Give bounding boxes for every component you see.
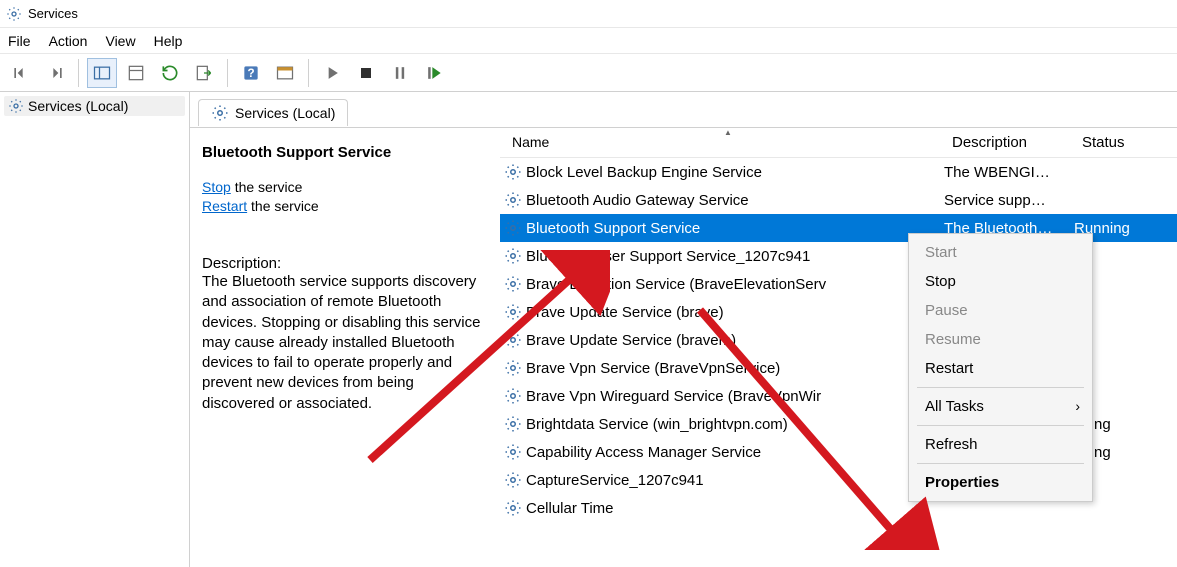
- gear-icon: [504, 247, 522, 265]
- right-pane: Services (Local) Bluetooth Support Servi…: [190, 92, 1177, 567]
- menu-view[interactable]: View: [105, 33, 135, 49]
- tree-root-label: Services (Local): [28, 98, 128, 114]
- service-name: Brave Update Service (bravem): [526, 332, 944, 349]
- service-name: Brave Update Service (brave): [526, 304, 944, 321]
- gear-icon: [504, 163, 522, 181]
- services-app-icon: [6, 6, 22, 22]
- tab-services-local[interactable]: Services (Local): [198, 99, 348, 126]
- service-description: The WBENGI…: [944, 164, 1074, 181]
- ctx-start: Start: [911, 238, 1090, 267]
- list-header: Name▲ Description Status: [500, 128, 1177, 158]
- tab-label: Services (Local): [235, 105, 335, 121]
- ctx-stop[interactable]: Stop: [911, 267, 1090, 296]
- tree-root-services-local[interactable]: Services (Local): [4, 96, 185, 116]
- ctx-restart[interactable]: Restart: [911, 354, 1090, 383]
- gear-icon: [504, 387, 522, 405]
- description-text: The Bluetooth service supports discovery…: [202, 272, 490, 414]
- gear-icon: [504, 471, 522, 489]
- description-pane: Bluetooth Support Service Stop the servi…: [190, 128, 500, 567]
- panel-button[interactable]: [270, 58, 300, 88]
- menu-bar: File Action View Help: [0, 28, 1177, 54]
- gear-icon: [504, 499, 522, 517]
- service-name: Bluetooth User Support Service_1207c941: [526, 248, 944, 265]
- ctx-properties[interactable]: Properties: [911, 468, 1090, 497]
- service-description: Service supp…: [944, 192, 1074, 209]
- service-name: Brave Elevation Service (BraveElevationS…: [526, 276, 944, 293]
- svg-text:?: ?: [247, 67, 254, 80]
- export-button[interactable]: [189, 58, 219, 88]
- menu-file[interactable]: File: [8, 33, 31, 49]
- service-row[interactable]: Bluetooth Audio Gateway ServiceService s…: [500, 186, 1177, 214]
- menu-action[interactable]: Action: [49, 33, 88, 49]
- gear-icon: [504, 443, 522, 461]
- service-name: Bluetooth Audio Gateway Service: [526, 192, 944, 209]
- service-name: CaptureService_1207c941: [526, 472, 944, 489]
- ctx-pause: Pause: [911, 296, 1090, 325]
- sort-asc-icon: ▲: [724, 128, 732, 137]
- service-row[interactable]: Block Level Backup Engine ServiceThe WBE…: [500, 158, 1177, 186]
- ctx-refresh[interactable]: Refresh: [911, 430, 1090, 459]
- gear-icon: [504, 219, 522, 237]
- start-service-button[interactable]: [317, 58, 347, 88]
- tab-header: Services (Local): [190, 92, 1177, 128]
- refresh-button[interactable]: [155, 58, 185, 88]
- properties-toolbar-button[interactable]: [121, 58, 151, 88]
- context-menu: Start Stop Pause Resume Restart All Task…: [908, 233, 1093, 502]
- pause-service-button[interactable]: [385, 58, 415, 88]
- toolbar: ?: [0, 54, 1177, 92]
- restart-suffix: the service: [247, 198, 319, 214]
- gear-icon: [504, 275, 522, 293]
- show-hide-tree-button[interactable]: [87, 58, 117, 88]
- gear-icon: [504, 191, 522, 209]
- service-name: Cellular Time: [526, 500, 944, 517]
- tab-body: Bluetooth Support Service Stop the servi…: [190, 127, 1177, 567]
- selected-service-title: Bluetooth Support Service: [202, 144, 490, 161]
- back-button[interactable]: [6, 58, 36, 88]
- service-name: Brave Vpn Service (BraveVpnService): [526, 360, 944, 377]
- stop-suffix: the service: [231, 179, 303, 195]
- gear-icon: [211, 104, 229, 122]
- stop-link[interactable]: Stop: [202, 179, 231, 195]
- stop-service-button[interactable]: [351, 58, 381, 88]
- service-name: Brightdata Service (win_brightvpn.com): [526, 416, 944, 433]
- restart-service-button[interactable]: [419, 58, 449, 88]
- ctx-all-tasks[interactable]: All Tasks: [911, 392, 1090, 421]
- window-title: Services: [28, 6, 78, 21]
- column-name[interactable]: Name▲: [504, 130, 944, 155]
- menu-help[interactable]: Help: [154, 33, 183, 49]
- column-status[interactable]: Status: [1074, 130, 1154, 155]
- tree-pane: Services (Local): [0, 92, 190, 567]
- gear-icon: [504, 359, 522, 377]
- service-name: Brave Vpn Wireguard Service (BraveVpnWir: [526, 388, 944, 405]
- column-description[interactable]: Description: [944, 130, 1074, 155]
- service-name: Capability Access Manager Service: [526, 444, 944, 461]
- gear-icon: [8, 98, 24, 114]
- main-area: Services (Local) Services (Local) Blueto…: [0, 92, 1177, 567]
- service-name: Block Level Backup Engine Service: [526, 164, 944, 181]
- ctx-resume: Resume: [911, 325, 1090, 354]
- service-list-pane: Name▲ Description Status Block Level Bac…: [500, 128, 1177, 567]
- forward-button[interactable]: [40, 58, 70, 88]
- gear-icon: [504, 331, 522, 349]
- gear-icon: [504, 415, 522, 433]
- restart-link[interactable]: Restart: [202, 198, 247, 214]
- gear-icon: [504, 303, 522, 321]
- service-name: Bluetooth Support Service: [526, 220, 944, 237]
- title-bar: Services: [0, 0, 1177, 28]
- help-button[interactable]: ?: [236, 58, 266, 88]
- description-label: Description:: [202, 255, 490, 272]
